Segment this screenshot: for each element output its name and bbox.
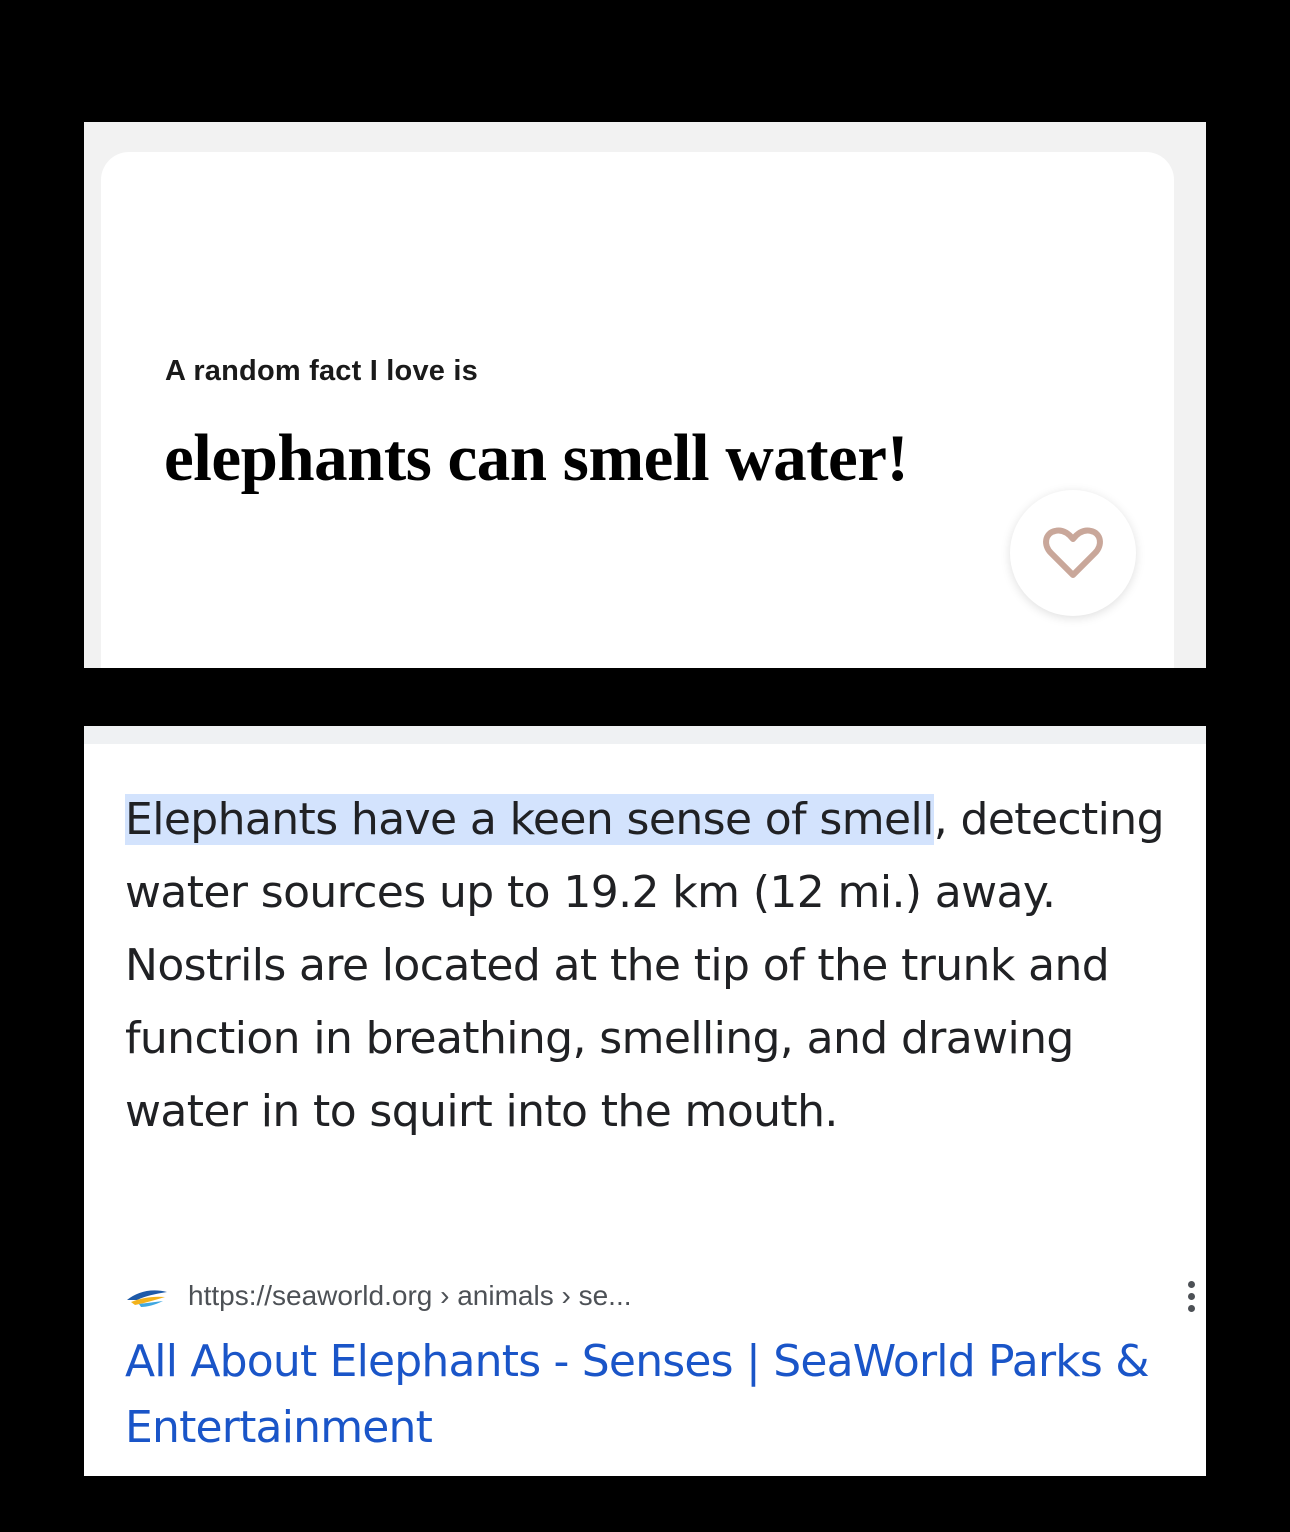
more-dot [1187,1280,1195,1288]
like-button[interactable] [1010,490,1136,616]
more-vert-icon[interactable] [1173,1276,1206,1316]
heart-outline-icon [1043,527,1103,578]
more-dot [1187,1292,1195,1300]
more-dot [1187,1304,1195,1312]
search-snippet-panel: Elephants have a keen sense of smell, de… [84,726,1206,1476]
source-row[interactable]: https://seaworld.org › animals › se... [125,1276,1195,1316]
prompt-panel: A random fact I love is elephants can sm… [84,122,1206,668]
seaworld-favicon-icon [127,1290,167,1307]
source-url[interactable]: https://seaworld.org › animals › se... [188,1276,632,1316]
snippet-body: , detecting water sources up to 19.2 km … [125,794,1165,1137]
prompt-card: A random fact I love is elephants can sm… [101,152,1174,668]
snippet-text: Elephants have a keen sense of smell, de… [125,783,1165,1148]
prompt-answer: elephants can smell water! [164,421,909,495]
prompt-question: A random fact I love is [165,355,478,387]
snippet-highlight: Elephants have a keen sense of smell [125,794,934,845]
snippet-top-divider [84,726,1206,744]
result-title-link[interactable]: All About Elephants - Senses | SeaWorld … [125,1329,1165,1461]
